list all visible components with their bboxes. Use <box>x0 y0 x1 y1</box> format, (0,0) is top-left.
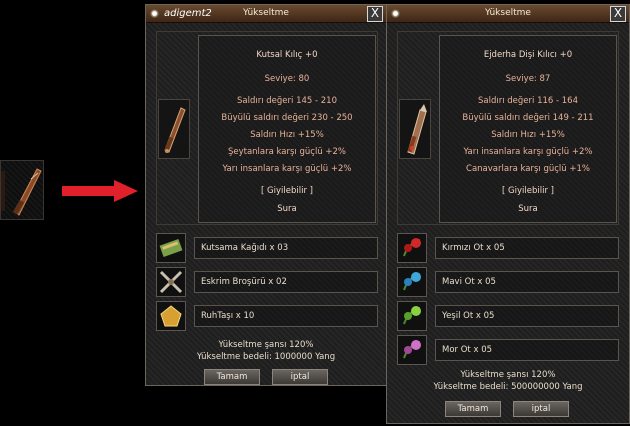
spirit-stone-icon <box>156 301 186 331</box>
holy-sword-icon <box>164 107 186 153</box>
slot-edge <box>1 171 5 211</box>
bonus-2: Yarı insanlara karşı güçlü +2% <box>222 164 352 174</box>
title-bar[interactable]: Yükseltme X <box>387 5 629 23</box>
red-herb-icon <box>397 233 427 263</box>
material-label-box: Kutsama Kağıdı x 03 <box>194 237 378 259</box>
class-label: Sura <box>277 204 297 214</box>
green-herb-icon <box>397 301 427 331</box>
item-name: Kutsal Kılıç +0 <box>256 50 318 60</box>
material-label-box: Kırmızı Ot x 05 <box>435 237 619 259</box>
material-label: RuhTaşı x 10 <box>201 311 255 321</box>
fencing-brochure-icon <box>156 267 186 297</box>
blue-herb-icon <box>397 267 427 297</box>
source-item-slot[interactable] <box>0 160 44 220</box>
attack-speed: Saldırı Hızı +15% <box>250 130 324 140</box>
upgrade-cost: Yükseltme bedeli: 500000000 Yang <box>433 382 583 392</box>
material-label: Kırmızı Ot x 05 <box>442 243 505 253</box>
attack-speed: Saldırı Hızı +15% <box>491 130 565 140</box>
material-label: Yeşil Ot x 05 <box>442 311 495 321</box>
dragon-tooth-sword-icon <box>407 104 427 155</box>
bonus-1: Yarı insanlara karşı güçlü +2% <box>463 147 593 157</box>
bonus-1: Şeytanlara karşı güçlü +2% <box>227 147 347 157</box>
material-row[interactable]: Kutsama Kağıdı x 03 <box>156 233 382 263</box>
material-row[interactable]: Kırmızı Ot x 05 <box>397 233 623 263</box>
magic-attack-value: Büyülü saldırı değeri 230 - 250 <box>221 113 353 123</box>
window-title: Yükseltme <box>485 8 531 18</box>
upgrade-chance: Yükseltme şansı 120% <box>218 340 314 350</box>
upgrade-window-2[interactable]: Yükseltme X Ejderha Dişi Kılıcı +0 Seviy… <box>386 4 630 424</box>
sword-icon <box>12 168 42 216</box>
ok-button[interactable]: Tamam <box>204 369 260 385</box>
item-name: Ejderha Dişi Kılıcı +0 <box>483 50 573 60</box>
cancel-button[interactable]: iptal <box>513 401 569 417</box>
close-button[interactable]: X <box>610 6 626 22</box>
close-button[interactable]: X <box>367 6 383 22</box>
title-bar[interactable]: adigemt2 Yükseltme X <box>146 5 386 23</box>
material-label-box: Mavi Ot x 05 <box>435 271 619 293</box>
material-row[interactable]: Yeşil Ot x 05 <box>397 301 623 331</box>
material-row[interactable]: Eskrim Broşürü x 02 <box>156 267 382 297</box>
material-label-box: RuhTaşı x 10 <box>194 305 378 327</box>
window-title: Yükseltme <box>243 8 289 18</box>
blessing-scroll-icon <box>156 233 186 263</box>
material-label-box: Mor Ot x 05 <box>435 339 619 361</box>
item-level: Seviye: 80 <box>264 74 310 84</box>
material-row[interactable]: Mavi Ot x 05 <box>397 267 623 297</box>
upgrade-window-1[interactable]: adigemt2 Yükseltme X Kutsal Kılıç +0 Sev… <box>145 4 387 386</box>
upgrade-chance: Yükseltme şansı 120% <box>460 370 556 380</box>
ok-button[interactable]: Tamam <box>445 401 501 417</box>
material-label: Eskrim Broşürü x 02 <box>201 277 287 287</box>
item-slot[interactable] <box>158 99 190 159</box>
material-label: Mavi Ot x 05 <box>442 277 496 287</box>
material-label: Mor Ot x 05 <box>442 345 493 355</box>
bonus-2: Canavarlara karşı güçlü +1% <box>466 164 590 174</box>
item-level: Seviye: 87 <box>505 74 551 84</box>
wearable-label: [ Giyilebilir ] <box>502 186 554 196</box>
purple-herb-icon <box>397 335 427 365</box>
attack-value: Saldırı değeri 116 - 164 <box>477 96 578 106</box>
class-label: Sura <box>518 204 538 214</box>
material-label: Kutsama Kağıdı x 03 <box>201 243 289 253</box>
upgrade-cost: Yükseltme bedeli: 1000000 Yang <box>196 352 336 362</box>
material-row[interactable]: RuhTaşı x 10 <box>156 301 382 331</box>
item-stats-panel: Ejderha Dişi Kılıcı +0 Seviye: 87 Saldır… <box>439 35 617 223</box>
material-label-box: Yeşil Ot x 05 <box>435 305 619 327</box>
item-stats-panel: Kutsal Kılıç +0 Seviye: 80 Saldırı değer… <box>198 35 376 223</box>
item-slot[interactable] <box>399 99 431 159</box>
magic-attack-value: Büyülü saldırı değeri 149 - 211 <box>462 113 594 123</box>
red-arrow-icon <box>62 180 138 202</box>
cancel-button[interactable]: iptal <box>272 369 328 385</box>
material-label-box: Eskrim Broşürü x 02 <box>194 271 378 293</box>
attack-value: Saldırı değeri 145 - 210 <box>236 96 337 106</box>
material-row[interactable]: Mor Ot x 05 <box>397 335 623 365</box>
wearable-label: [ Giyilebilir ] <box>261 186 313 196</box>
